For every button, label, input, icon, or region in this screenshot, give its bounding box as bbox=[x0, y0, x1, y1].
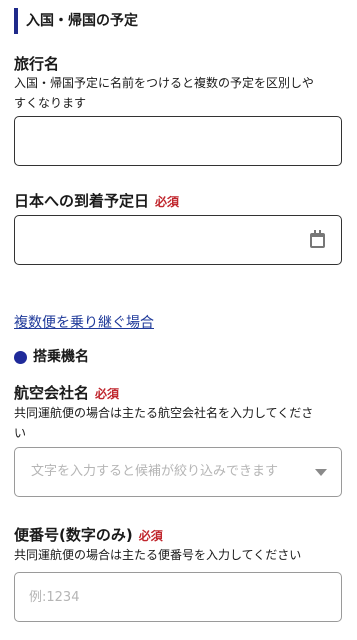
section-title: 入国・帰国の予定 bbox=[26, 13, 138, 29]
trip-name-label: 旅行名 bbox=[14, 54, 59, 74]
airline-label-text: 航空会社名 bbox=[14, 384, 90, 402]
flight-number-input[interactable] bbox=[15, 573, 341, 621]
arrival-date-label: 日本への到着予定日 必須 bbox=[14, 191, 179, 212]
trip-name-label-text: 旅行名 bbox=[14, 55, 60, 73]
calendar-icon[interactable] bbox=[310, 230, 325, 248]
airline-select[interactable]: 文字を入力すると候補が絞り込みできます bbox=[14, 447, 342, 497]
flight-number-help: 共同運航便の場合は主たる便番号を入力してください bbox=[14, 545, 350, 565]
trip-name-help-line2: すくなります bbox=[14, 96, 87, 110]
airline-placeholder: 文字を入力すると候補が絞り込みできます bbox=[31, 464, 279, 479]
flight-section-header: 搭乗機名 bbox=[14, 347, 89, 367]
caret-down-icon[interactable] bbox=[315, 469, 327, 476]
flight-number-field[interactable] bbox=[14, 572, 342, 622]
airline-help: 共同運航便の場合は主たる航空会社名を入力してくださ い bbox=[14, 403, 350, 443]
flight-section-title: 搭乗機名 bbox=[33, 349, 89, 365]
flight-number-help-text: 共同運航便の場合は主たる便番号を入力してください bbox=[14, 548, 302, 562]
airline-label: 航空会社名 必須 bbox=[14, 383, 119, 404]
trip-name-field[interactable] bbox=[14, 116, 342, 166]
trip-name-help-line1: 入国・帰国予定に名前をつけると複数の予定を区別しや bbox=[14, 76, 314, 90]
arrival-date-field[interactable] bbox=[14, 215, 342, 265]
arrival-date-label-text: 日本への到着予定日 bbox=[14, 192, 150, 210]
required-badge: 必須 bbox=[138, 529, 163, 543]
required-badge: 必須 bbox=[95, 387, 120, 401]
trip-name-help: 入国・帰国予定に名前をつけると複数の予定を区別しや すくなります bbox=[14, 73, 350, 113]
section-header: 入国・帰国の予定 bbox=[14, 8, 138, 34]
bullet-dot-icon bbox=[14, 350, 27, 364]
required-badge: 必須 bbox=[155, 195, 180, 209]
trip-name-input[interactable] bbox=[15, 117, 341, 165]
airline-help-line2: い bbox=[14, 426, 27, 440]
connecting-flights-link[interactable]: 複数便を乗り継ぐ場合 bbox=[14, 313, 154, 333]
airline-help-line1: 共同運航便の場合は主たる航空会社名を入力してくださ bbox=[14, 406, 314, 420]
arrival-date-input[interactable] bbox=[15, 216, 341, 264]
flight-number-label: 便番号(数字のみ) 必須 bbox=[14, 525, 163, 546]
flight-number-label-text: 便番号(数字のみ) bbox=[14, 526, 133, 544]
